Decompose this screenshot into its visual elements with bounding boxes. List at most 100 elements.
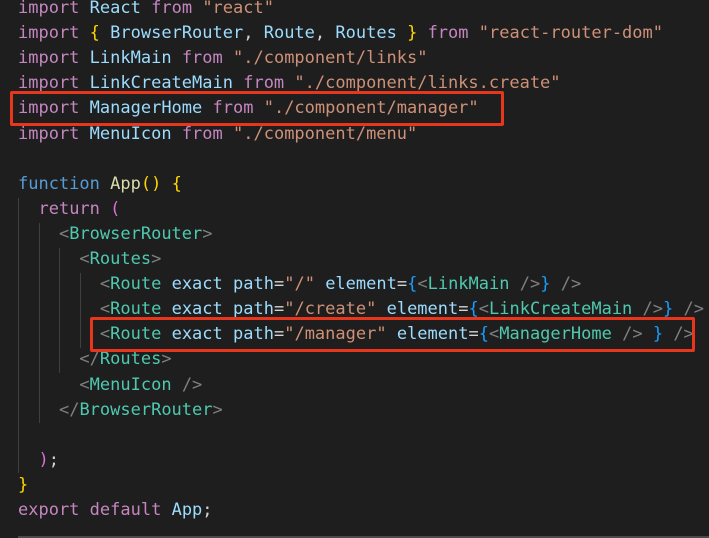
code-token: /> [181, 374, 203, 395]
code-line: import LinkMain from "./component/links" [18, 46, 427, 71]
code-token: , [314, 23, 336, 44]
code-token: "./component/menu" [233, 123, 418, 144]
code-token: BrowserRouter [79, 399, 213, 420]
code-token: LinkMain [427, 274, 510, 295]
code-token: Routes [99, 349, 162, 370]
code-token: } [540, 274, 551, 295]
highlight-box-import [10, 91, 504, 126]
code-token: < [79, 374, 90, 395]
code-token: /> [560, 274, 582, 295]
code-token: </ [79, 349, 100, 370]
code-token: </ [58, 399, 80, 420]
code-token: "react" [202, 0, 274, 18]
code-token: ) [38, 449, 49, 470]
code-token: "/" [284, 274, 315, 295]
code-token: default [89, 500, 162, 520]
code-token: ( [110, 198, 121, 219]
code-token: MenuIcon [89, 374, 172, 395]
code-token: import [18, 123, 80, 144]
code-token: Routes [89, 249, 152, 269]
code-token: import [18, 23, 80, 44]
code-token: > [151, 249, 162, 269]
code-editor[interactable]: import React from "react" import { Browse… [0, 0, 709, 538]
code-line: } [18, 473, 28, 498]
code-token: exact [171, 274, 223, 295]
code-token: < [417, 274, 428, 295]
code-token: from [151, 0, 193, 18]
code-token: element [325, 274, 397, 295]
code-line: export default App; [18, 498, 213, 523]
code-token: } [407, 23, 418, 44]
code-token: > [212, 399, 223, 420]
indent-guide [39, 223, 40, 423]
code-token: MenuIcon [89, 123, 172, 144]
code-token: export [18, 500, 80, 520]
code-token: import [18, 0, 80, 18]
code-line: ); [18, 448, 59, 473]
code-token: < [79, 249, 90, 269]
code-token: { [89, 23, 100, 44]
code-token: Routes [335, 23, 397, 44]
code-token: React [89, 0, 141, 18]
code-token: BrowserRouter [110, 23, 244, 44]
code-line: <BrowserRouter> [18, 222, 213, 247]
code-token: = [273, 274, 285, 295]
highlight-box-route [90, 317, 695, 352]
code-token: import [18, 48, 80, 69]
code-token: from [427, 23, 469, 44]
code-line: <Route exact path="/" element={<LinkMain… [18, 272, 581, 297]
code-token: () [140, 173, 162, 194]
code-line: import React from "react" [18, 0, 274, 21]
code-token: "./component/links" [233, 48, 428, 69]
code-token: { [171, 173, 182, 194]
indent-guide [80, 273, 81, 348]
code-line: </BrowserRouter> [18, 398, 223, 423]
code-token: { [407, 274, 418, 295]
code-token: > [202, 223, 213, 244]
code-token: App [171, 500, 203, 520]
code-token: } [18, 474, 29, 495]
code-token: /> [519, 274, 541, 295]
code-token: ; [202, 500, 213, 520]
code-token: return [38, 198, 100, 219]
code-line: import { BrowserRouter, Route, Routes } … [18, 21, 663, 46]
code-token: Route [110, 274, 162, 295]
code-token: < [58, 223, 70, 244]
code-token: "react-router-dom" [478, 23, 663, 44]
code-token: BrowserRouter [69, 223, 203, 244]
indent-guide [18, 198, 19, 473]
code-token: Route [263, 23, 315, 44]
code-token: from [181, 48, 223, 69]
code-line: function App() { [18, 172, 182, 197]
code-token: LinkMain [89, 48, 172, 69]
code-token: < [99, 274, 111, 295]
code-token: App [110, 173, 141, 194]
code-token: = [396, 274, 408, 295]
